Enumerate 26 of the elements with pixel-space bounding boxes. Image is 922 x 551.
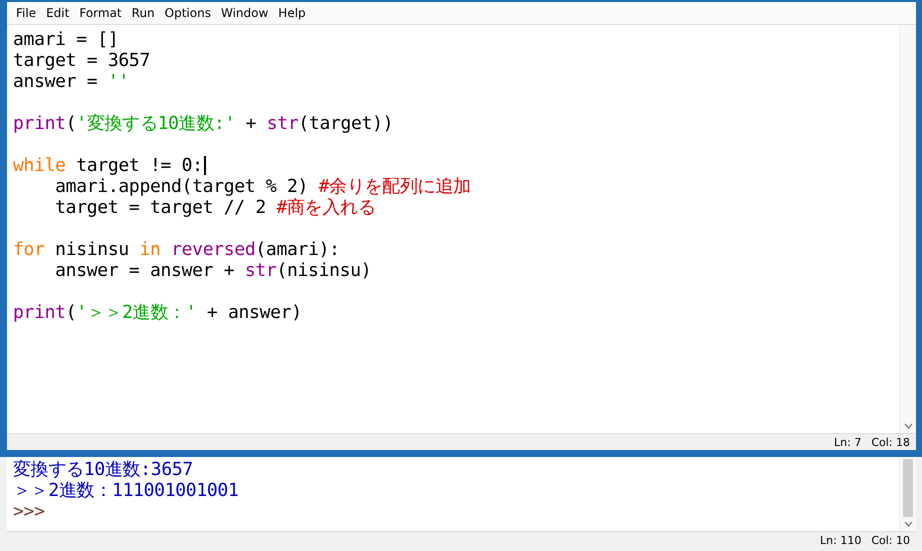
code-line: print('＞＞2進数：' + answer) (13, 302, 303, 323)
shell-line: ＞＞2進数：111001001001 (13, 480, 240, 501)
menu-item[interactable]: Format (74, 3, 127, 23)
vertical-scrollbar[interactable] (899, 457, 916, 531)
code-line: print('変換する10進数:' + str(target)) (13, 113, 394, 134)
menu-item[interactable]: Run (126, 3, 160, 23)
status-text: Col: 18 (871, 436, 910, 448)
code-line: while target != 0: (13, 155, 899, 176)
code-line: amari.append(target % 2) #余りを配列に追加 (54, 176, 472, 197)
status-text: Ln: 110 (820, 534, 862, 546)
code-line: for nisinsu in reversed(amari): (13, 239, 341, 260)
shell-line: >>> (13, 501, 46, 522)
menu-item[interactable]: Window (216, 3, 274, 23)
code-line: target = 3657 (13, 50, 151, 71)
code-line: answer = '' (13, 71, 130, 92)
code-line: answer = answer + str(nisinsu) (54, 260, 372, 281)
menu-item[interactable]: Help (273, 3, 311, 23)
status-text: Col: 10 (871, 534, 910, 546)
menu-item[interactable]: Options (160, 3, 216, 23)
code-line: target = target // 2 #商を入れる (54, 197, 376, 218)
status-text: Ln: 7 (834, 436, 862, 448)
code-line: amari = [] (13, 29, 120, 50)
shell-line: 変換する10進数:3657 (13, 459, 194, 480)
menu-item[interactable]: Edit (41, 3, 74, 23)
menu-item[interactable]: File (11, 3, 42, 23)
vertical-scrollbar[interactable] (899, 25, 916, 433)
